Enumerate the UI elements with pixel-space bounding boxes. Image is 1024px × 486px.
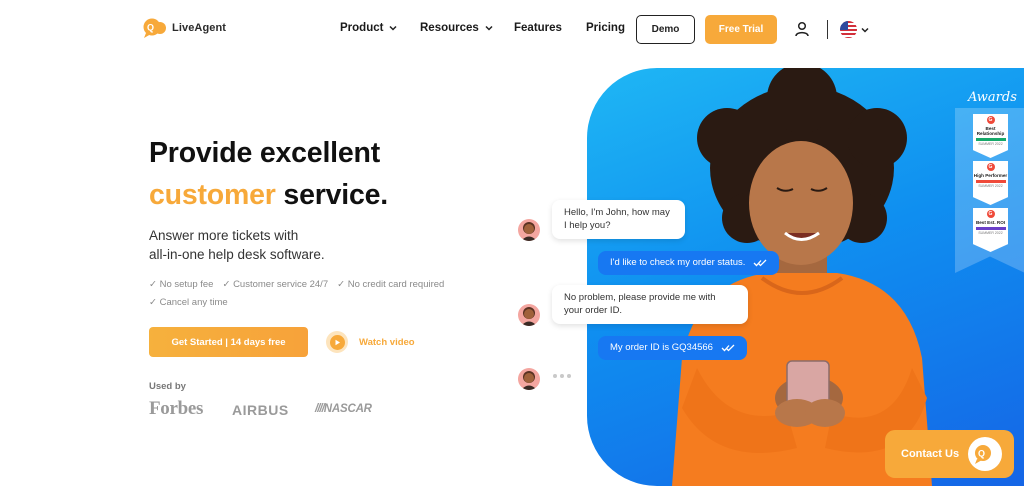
headline-accent: customer (149, 179, 276, 211)
award-badge[interactable]: G High Performer SUMMER 2022 (973, 161, 1008, 205)
subhead-line-2: all-in-one help desk software. (149, 247, 325, 262)
award-season: SUMMER 2022 (978, 231, 1003, 235)
agent-avatar (518, 368, 540, 390)
double-check-icon (753, 259, 767, 267)
user-icon[interactable] (794, 21, 810, 37)
svg-text:Q: Q (978, 449, 985, 459)
g2-icon: G (986, 163, 995, 171)
award-title: Best Est. ROI (975, 220, 1006, 225)
chevron-down-icon (389, 25, 397, 31)
used-by-label: Used by (149, 381, 186, 392)
award-strip (975, 180, 1006, 183)
get-started-button[interactable]: Get Started | 14 days free (149, 327, 308, 357)
watch-video-label: Watch video (359, 336, 415, 348)
logo[interactable]: Q LiveAgent (143, 18, 226, 38)
play-icon (326, 331, 348, 353)
double-check-icon (721, 344, 735, 352)
check-item: ✓ Cancel any time (149, 297, 228, 308)
subhead-line-1: Answer more tickets with (149, 228, 299, 243)
customer-message: My order ID is GQ34566 (598, 336, 747, 360)
customer-message-text: My order ID is GQ34566 (610, 341, 713, 353)
nav-pricing-label: Pricing (586, 22, 625, 34)
nav-pricing[interactable]: Pricing (586, 22, 625, 34)
free-trial-button[interactable]: Free Trial (705, 15, 777, 44)
check-item: ✓ No credit card required (337, 279, 445, 290)
us-flag-icon[interactable] (840, 21, 857, 38)
award-title: High Performer (973, 173, 1008, 178)
nascar-logo: ////NASCAR (315, 403, 372, 415)
nav-product[interactable]: Product (340, 22, 397, 34)
airbus-logo: AIRBUS (232, 402, 289, 418)
liveagent-logo-icon: Q (143, 18, 166, 38)
award-season: SUMMER 2022 (978, 142, 1003, 146)
agent-message: No problem, please provide me with your … (552, 285, 748, 324)
logo-text: LiveAgent (172, 22, 227, 34)
agent-avatar (518, 304, 540, 326)
check-item: ✓ Customer service 24/7 (222, 279, 329, 290)
award-strip (975, 138, 1006, 141)
header-divider (827, 20, 828, 39)
check-item: ✓ No setup fee (149, 279, 214, 290)
headline-line-2: customer service. (149, 174, 388, 216)
chat-bubble-icon: Q (968, 437, 1002, 471)
nav-product-label: Product (340, 22, 384, 34)
awards-label: Awards (968, 90, 1017, 105)
demo-button[interactable]: Demo (636, 15, 695, 44)
agent-message: Hello, I'm John, how may I help you? (552, 200, 685, 239)
g2-icon: G (986, 116, 995, 124)
typing-indicator (553, 374, 571, 378)
site-header: Q LiveAgent Product Resources Features P… (0, 0, 1024, 60)
language-chevron-down-icon[interactable] (861, 26, 869, 34)
award-strip (975, 227, 1006, 230)
nav-features-label: Features (514, 22, 562, 34)
headline-rest: service. (275, 179, 389, 211)
award-badge[interactable]: G Best Relationship SUMMER 2022 (973, 114, 1008, 158)
svg-text:Q: Q (147, 23, 154, 33)
hero-subheading: Answer more tickets with all-in-one help… (149, 226, 379, 264)
nav-features[interactable]: Features (514, 22, 562, 34)
nav-resources-label: Resources (420, 22, 479, 34)
agent-avatar (518, 219, 540, 241)
g2-icon: G (986, 210, 995, 218)
nascar-logo-text: NASCAR (323, 403, 372, 415)
hero-headline: Provide excellent customer service. (149, 132, 388, 216)
forbes-logo: Forbes (149, 398, 204, 419)
award-season: SUMMER 2022 (978, 184, 1003, 188)
feature-checklist: ✓ No setup fee ✓ Customer service 24/7 ✓… (149, 276, 469, 312)
award-badge[interactable]: G Best Est. ROI SUMMER 2022 (973, 208, 1008, 252)
customer-message-text: I'd like to check my order status. (610, 256, 746, 268)
customer-message: I'd like to check my order status. (598, 251, 780, 275)
headline-line-1: Provide excellent (149, 137, 381, 169)
nav-resources[interactable]: Resources (420, 22, 493, 34)
contact-us-label: Contact Us (901, 448, 960, 460)
watch-video-link[interactable]: Watch video (326, 331, 415, 353)
chevron-down-icon (485, 25, 493, 31)
award-title: Best Relationship (976, 126, 1005, 136)
contact-us-button[interactable]: Contact Us Q (885, 430, 1014, 478)
